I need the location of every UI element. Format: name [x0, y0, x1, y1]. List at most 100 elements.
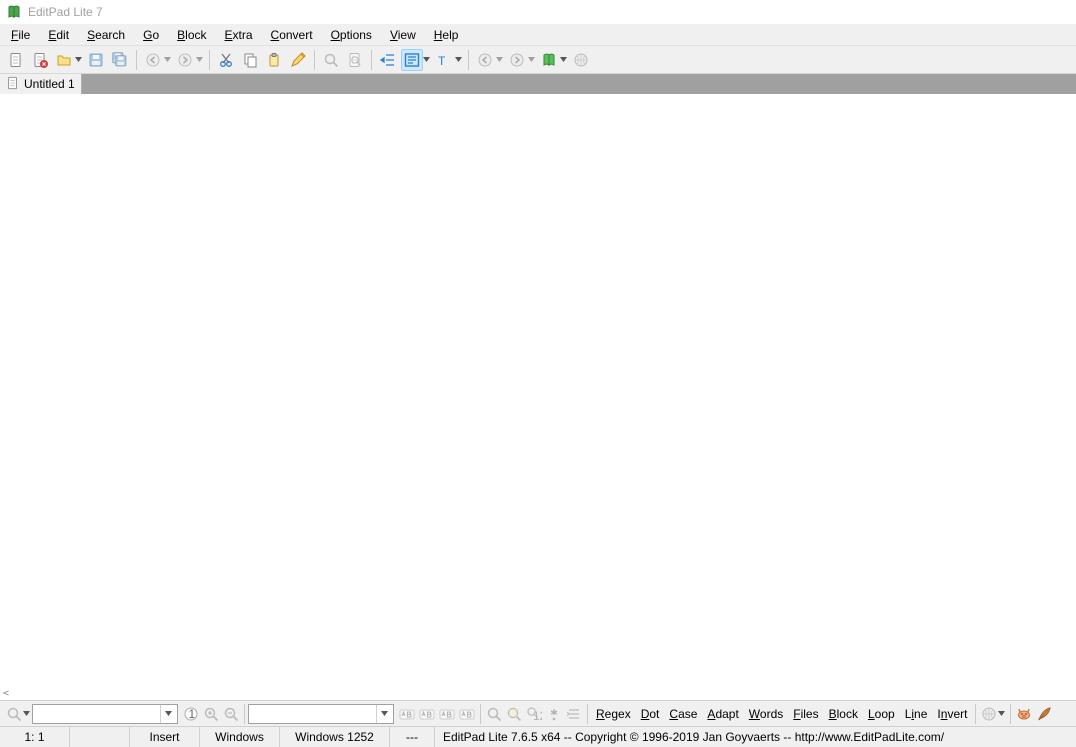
search-term-input[interactable] — [33, 705, 160, 723]
feather-icon[interactable] — [1034, 704, 1054, 724]
undo-history-dropdown[interactable] — [163, 57, 171, 62]
search-prev-button[interactable] — [221, 704, 241, 724]
nav-back-button[interactable] — [474, 49, 496, 71]
count-button[interactable] — [524, 704, 544, 724]
help-dropdown[interactable] — [559, 57, 567, 62]
document-tab[interactable]: Untitled 1 — [0, 74, 82, 94]
document-tabstrip: Untitled 1 — [0, 74, 1076, 94]
save-all-button[interactable] — [109, 49, 131, 71]
status-position[interactable]: 1: 1 — [0, 727, 70, 747]
edit-button[interactable] — [287, 49, 309, 71]
paste-button[interactable] — [263, 49, 285, 71]
font-dropdown[interactable] — [454, 57, 462, 62]
editor-area: < — [0, 94, 1076, 701]
search-opt-block[interactable]: Block — [824, 705, 863, 723]
toolbar-separator — [244, 704, 245, 724]
find-button[interactable] — [320, 49, 342, 71]
close-file-button[interactable] — [29, 49, 51, 71]
save-button[interactable] — [85, 49, 107, 71]
search-next-button[interactable] — [201, 704, 221, 724]
menu-file[interactable]: File — [2, 25, 39, 45]
toolbar-separator — [975, 704, 976, 724]
status-linebreak[interactable]: Windows — [200, 727, 280, 747]
fold-button[interactable] — [564, 704, 584, 724]
hscroll-left-hint: < — [3, 688, 9, 699]
toolbar-separator — [209, 50, 210, 70]
highlight-all-button[interactable] — [504, 704, 524, 724]
undo-button[interactable] — [142, 49, 164, 71]
new-file-button[interactable] — [5, 49, 27, 71]
toolbar-separator — [314, 50, 315, 70]
search-globe-button[interactable] — [979, 704, 999, 724]
search-opt-adapt[interactable]: Adapt — [702, 705, 743, 723]
menu-search[interactable]: Search — [78, 25, 134, 45]
status-insert-mode[interactable]: Insert — [130, 727, 200, 747]
search-opt-dot[interactable]: Dot — [636, 705, 665, 723]
open-recent-dropdown[interactable] — [74, 57, 82, 62]
web-button[interactable] — [570, 49, 592, 71]
menu-extra[interactable]: Extra — [216, 25, 262, 45]
menu-view[interactable]: View — [381, 25, 425, 45]
toolbar-separator — [587, 704, 588, 724]
print-preview-button[interactable] — [344, 49, 366, 71]
regex-tool-button[interactable] — [544, 704, 564, 724]
status-encoding[interactable]: Windows 1252 — [280, 727, 390, 747]
redo-history-dropdown[interactable] — [195, 57, 203, 62]
search-opt-line[interactable]: Line — [900, 705, 933, 723]
toolbar-separator — [480, 704, 481, 724]
search-opt-files[interactable]: Files — [788, 705, 823, 723]
search-opt-invert[interactable]: Invert — [932, 705, 972, 723]
search-term-dropdown[interactable] — [160, 705, 175, 723]
status-info: EditPad Lite 7.6.5 x64 -- Copyright © 19… — [435, 727, 1076, 747]
menu-block[interactable]: Block — [168, 25, 215, 45]
word-wrap-dropdown[interactable] — [422, 57, 430, 62]
search-term-combo[interactable] — [32, 704, 178, 724]
search-opt-words[interactable]: Words — [744, 705, 788, 723]
menu-options[interactable]: Options — [322, 25, 381, 45]
cut-button[interactable] — [215, 49, 237, 71]
highlight-button[interactable] — [484, 704, 504, 724]
replace-button-2[interactable] — [417, 704, 437, 724]
menu-help[interactable]: Help — [425, 25, 468, 45]
titlebar: EditPad Lite 7 — [0, 0, 1076, 24]
nav-forward-dropdown[interactable] — [527, 57, 535, 62]
replace-button-4[interactable] — [457, 704, 477, 724]
nav-forward-button[interactable] — [506, 49, 528, 71]
app-title: EditPad Lite 7 — [28, 5, 103, 19]
replace-term-combo[interactable] — [248, 704, 394, 724]
replace-button-3[interactable] — [437, 704, 457, 724]
indent-button[interactable] — [377, 49, 399, 71]
open-file-button[interactable] — [53, 49, 75, 71]
replace-term-dropdown[interactable] — [376, 705, 391, 723]
toolbar-separator — [136, 50, 137, 70]
toolbar-separator — [1010, 704, 1011, 724]
word-wrap-button[interactable] — [401, 49, 423, 71]
menu-convert[interactable]: Convert — [262, 25, 322, 45]
toolbar-separator — [371, 50, 372, 70]
menu-edit[interactable]: Edit — [39, 25, 78, 45]
font-button[interactable] — [433, 49, 455, 71]
search-toolbar: RegexDotCaseAdaptWordsFilesBlockLoopLine… — [0, 701, 1076, 727]
search-opt-case[interactable]: Case — [664, 705, 702, 723]
search-opt-loop[interactable]: Loop — [863, 705, 900, 723]
nav-back-dropdown[interactable] — [495, 57, 503, 62]
app-logo-icon — [6, 4, 22, 20]
copy-button[interactable] — [239, 49, 261, 71]
document-tab-label: Untitled 1 — [24, 77, 75, 91]
menubar: FileEditSearchGoBlockExtraConvertOptions… — [0, 24, 1076, 46]
status-bar: 1: 1 Insert Windows Windows 1252 --- Edi… — [0, 727, 1076, 747]
replace-term-input[interactable] — [249, 705, 376, 723]
document-icon — [6, 76, 20, 93]
redo-button[interactable] — [174, 49, 196, 71]
menu-go[interactable]: Go — [134, 25, 168, 45]
search-opt-regex[interactable]: Regex — [591, 705, 636, 723]
text-editor[interactable] — [0, 94, 1076, 700]
replace-button-1[interactable] — [397, 704, 417, 724]
main-toolbar — [0, 46, 1076, 74]
toolbar-separator — [468, 50, 469, 70]
help-button[interactable] — [538, 49, 560, 71]
piggy-icon[interactable] — [1014, 704, 1034, 724]
search-find-button[interactable] — [4, 704, 24, 724]
search-first-button[interactable] — [181, 704, 201, 724]
status-bom[interactable]: --- — [390, 727, 435, 747]
